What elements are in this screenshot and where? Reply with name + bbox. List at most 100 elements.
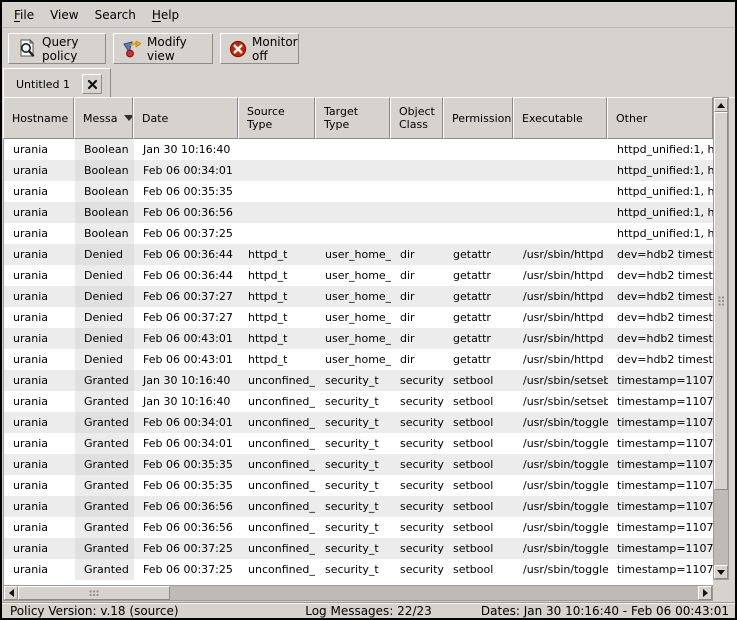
column-header-other[interactable]: Other (607, 97, 713, 139)
cell-source-type: unconfined_ (239, 538, 316, 559)
horizontal-scrollbar[interactable] (3, 585, 713, 601)
query-policy-button[interactable]: Query policy (8, 33, 106, 64)
scroll-down-button[interactable] (714, 565, 728, 579)
table-row[interactable]: uraniaGrantedFeb 06 00:34:01unconfined_s… (4, 433, 713, 454)
scroll-right-button[interactable] (698, 586, 712, 600)
table-row[interactable]: uraniaGrantedFeb 06 00:34:01unconfined_s… (4, 412, 713, 433)
cell-source-type: httpd_t (239, 307, 316, 328)
cell-permission: getattr (444, 265, 514, 286)
table-row[interactable]: uraniaGrantedFeb 06 00:36:56unconfined_s… (4, 517, 713, 538)
table-row[interactable]: uraniaGrantedJan 30 10:16:40unconfined_s… (4, 391, 713, 412)
column-header-target-type[interactable]: Target Type (315, 97, 390, 139)
cell-date: Feb 06 00:37:25 (134, 559, 239, 580)
menu-item-search[interactable]: Search (87, 4, 144, 26)
cell-source-type: httpd_t (239, 349, 316, 370)
menu-item-view[interactable]: View (42, 4, 86, 26)
menu-item-help[interactable]: Help (144, 4, 187, 26)
column-header-hostname[interactable]: Hostname (3, 97, 74, 139)
tab-untitled-1[interactable]: Untitled 1 (3, 68, 111, 99)
cell-target-type: security_t (316, 559, 391, 580)
cell-hostname: urania (4, 454, 75, 475)
query-policy-label: Query policy (42, 35, 97, 63)
cell-hostname: urania (4, 496, 75, 517)
cell-executable: /usr/sbin/httpd (514, 244, 608, 265)
vertical-scrollbar[interactable] (713, 97, 729, 580)
table-row[interactable]: uraniaBooleanFeb 06 00:36:56httpd_unifie… (4, 202, 713, 223)
cell-other: timestamp=11076 (608, 475, 713, 496)
cell-other: dev=hdb2 timesta (608, 286, 713, 307)
cell-object-class: dir (391, 286, 444, 307)
cell-object-class: security (391, 454, 444, 475)
table-row[interactable]: uraniaDeniedFeb 06 00:37:27httpd_tuser_h… (4, 307, 713, 328)
modify-view-button[interactable]: Modify view (113, 33, 213, 64)
scroll-up-button[interactable] (714, 98, 728, 112)
table-row[interactable]: uraniaDeniedFeb 06 00:37:27httpd_tuser_h… (4, 286, 713, 307)
arrow-up-icon (717, 103, 725, 108)
column-header-message[interactable]: Messa (74, 97, 133, 139)
cell-target-type: user_home_ (316, 265, 391, 286)
table-row[interactable]: uraniaDeniedFeb 06 00:43:01httpd_tuser_h… (4, 328, 713, 349)
column-header-date[interactable]: Date (133, 97, 238, 139)
scroll-left-button[interactable] (4, 586, 18, 600)
tabbar: Untitled 1 (2, 66, 735, 99)
thumb-grip-icon (718, 296, 725, 306)
cell-other: dev=hdb2 timesta (608, 307, 713, 328)
modify-view-icon (122, 39, 142, 59)
cell-object-class (391, 202, 444, 223)
cell-hostname: urania (4, 307, 75, 328)
column-header-executable[interactable]: Executable (513, 97, 607, 139)
cell-date: Feb 06 00:36:44 (134, 265, 239, 286)
table-row[interactable]: uraniaGrantedJan 30 10:16:40unconfined_s… (4, 370, 713, 391)
cell-executable (514, 139, 608, 160)
cell-source-type: unconfined_ (239, 433, 316, 454)
table-row[interactable]: uraniaBooleanFeb 06 00:37:25httpd_unifie… (4, 223, 713, 244)
column-header-object-class[interactable]: Object Class (390, 97, 443, 139)
table-row[interactable]: uraniaBooleanFeb 06 00:34:01httpd_unifie… (4, 160, 713, 181)
tab-close-button[interactable] (82, 74, 102, 94)
table-row[interactable]: uraniaBooleanJan 30 10:16:40httpd_unifie… (4, 139, 713, 160)
table-row[interactable]: uraniaGrantedFeb 06 00:36:56unconfined_s… (4, 496, 713, 517)
cell-permission: setbool (444, 454, 514, 475)
cell-date: Feb 06 00:37:25 (134, 538, 239, 559)
monitor-off-button[interactable]: Monitor off (220, 33, 299, 64)
cell-message: Granted (75, 370, 134, 391)
cell-other: dev=hdb2 timesta (608, 265, 713, 286)
cell-object-class: security (391, 538, 444, 559)
status-dates: Dates: Jan 30 10:16:40 - Feb 06 00:43:01 (481, 604, 729, 618)
cell-target-type: user_home_ (316, 286, 391, 307)
table-row[interactable]: uraniaBooleanFeb 06 00:35:35httpd_unifie… (4, 181, 713, 202)
cell-source-type (239, 181, 316, 202)
table-row[interactable]: uraniaDeniedFeb 06 00:36:44httpd_tuser_h… (4, 244, 713, 265)
table-row[interactable]: uraniaGrantedFeb 06 00:35:35unconfined_s… (4, 475, 713, 496)
column-header-permission[interactable]: Permission (443, 97, 513, 139)
menu-item-file[interactable]: File (6, 4, 42, 26)
cell-message: Granted (75, 412, 134, 433)
cell-executable (514, 160, 608, 181)
cell-hostname: urania (4, 139, 75, 160)
cell-object-class: security (391, 433, 444, 454)
cell-date: Feb 06 00:35:35 (134, 475, 239, 496)
table-row[interactable]: uraniaDeniedFeb 06 00:43:01httpd_tuser_h… (4, 349, 713, 370)
cell-message: Granted (75, 454, 134, 475)
horizontal-scrollbar-thumb[interactable] (18, 586, 170, 600)
cell-message: Boolean (75, 202, 134, 223)
cell-other: httpd_unified:1, h (608, 160, 713, 181)
column-header-source-type[interactable]: Source Type (238, 97, 315, 139)
cell-target-type: security_t (316, 412, 391, 433)
cell-executable: /usr/sbin/toggle (514, 433, 608, 454)
statusbar: Log Messages: 22/23 Policy Version: v.18… (2, 602, 735, 618)
table-row[interactable]: uraniaGrantedFeb 06 00:37:25unconfined_s… (4, 559, 713, 580)
table-row[interactable]: uraniaDeniedFeb 06 00:36:44httpd_tuser_h… (4, 265, 713, 286)
cell-object-class: security (391, 391, 444, 412)
cell-object-class: dir (391, 349, 444, 370)
table-row[interactable]: uraniaGrantedFeb 06 00:37:25unconfined_s… (4, 538, 713, 559)
cell-hostname: urania (4, 202, 75, 223)
cell-date: Feb 06 00:43:01 (134, 349, 239, 370)
cell-date: Jan 30 10:16:40 (134, 370, 239, 391)
cell-object-class: security (391, 475, 444, 496)
cell-other: dev=hdb2 timesta (608, 328, 713, 349)
vertical-scrollbar-thumb[interactable] (714, 112, 728, 490)
cell-target-type: user_home_ (316, 349, 391, 370)
table-row[interactable]: uraniaGrantedFeb 06 00:35:35unconfined_s… (4, 454, 713, 475)
cell-permission (444, 223, 514, 244)
